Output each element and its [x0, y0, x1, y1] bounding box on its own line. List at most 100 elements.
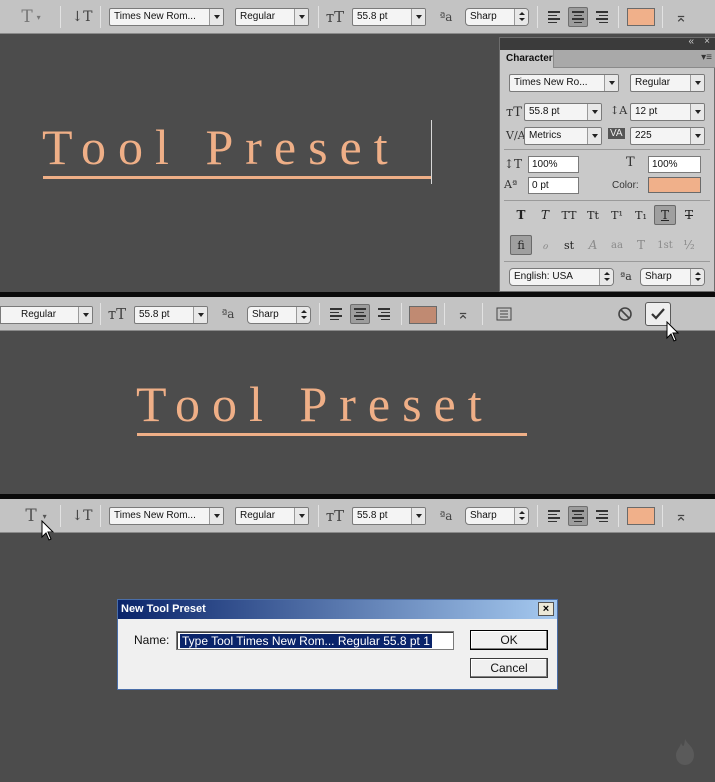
font-style-dropdown[interactable]: Regular [0, 306, 93, 324]
toggle-text-orientation-icon[interactable]: ↓T [70, 505, 94, 527]
cp-font-size-dropdown[interactable]: 55.8 pt [524, 103, 602, 121]
align-right-icon[interactable] [592, 7, 612, 27]
warp-text-icon[interactable]: ⌅ [670, 505, 692, 527]
divider [662, 6, 663, 28]
font-style-dropdown[interactable]: Regular [235, 8, 309, 26]
strikethrough-button[interactable]: T [678, 205, 700, 225]
font-family-dropdown[interactable]: Times New Rom... [109, 8, 224, 26]
text-color-swatch[interactable] [409, 306, 437, 324]
canvas-text: Tool Preset [136, 376, 494, 432]
font-size-value: 55.8 pt [357, 11, 388, 22]
text-color-swatch[interactable] [627, 8, 655, 26]
cp-font-style-dropdown[interactable]: Regular [630, 74, 705, 92]
font-style-dropdown[interactable]: Regular [235, 507, 309, 525]
align-left-icon[interactable] [544, 506, 564, 526]
language-dropdown[interactable]: English: USA [509, 268, 614, 286]
align-center-icon[interactable] [568, 506, 588, 526]
superscript-button[interactable]: T¹ [606, 205, 628, 225]
chevron-down-icon [209, 9, 223, 25]
type-tool-icon[interactable]: T ▾ [18, 6, 44, 28]
antialias-dropdown[interactable]: Sharp [465, 8, 529, 26]
stylistic-alternates-button[interactable]: aa [606, 235, 628, 255]
panel-tab-row: Character ▾≡ [500, 50, 715, 68]
language-value: English: USA [514, 271, 573, 282]
subscript-button[interactable]: T₁ [630, 205, 652, 225]
dialog-titlebar: New Tool Preset × [118, 600, 557, 619]
align-center-icon[interactable] [568, 7, 588, 27]
cp-kerning-dropdown[interactable]: Metrics [524, 127, 602, 145]
cp-font-family-value: Times New Ro... [514, 77, 588, 88]
ok-button[interactable]: OK [470, 630, 548, 650]
antialias-dropdown[interactable]: Sharp [465, 507, 529, 525]
font-size-dropdown[interactable]: 55.8 pt [352, 8, 426, 26]
panel-header: « × [500, 36, 715, 50]
discretionary-ligatures-button[interactable]: st [558, 235, 580, 255]
divider [100, 505, 101, 527]
cp-antialias-dropdown[interactable]: Sharp [640, 268, 705, 286]
all-caps-button[interactable]: TT [558, 205, 580, 225]
chevron-down-icon [78, 307, 92, 323]
divider [318, 505, 319, 527]
align-center-icon[interactable] [350, 304, 370, 324]
warp-text-icon[interactable]: ⌅ [670, 6, 692, 28]
cp-tracking-dropdown[interactable]: 225 [630, 127, 705, 145]
tracking-icon: VA [608, 128, 625, 139]
panels-toggle-icon[interactable] [493, 304, 515, 324]
cancel-edits-icon[interactable] [614, 303, 636, 325]
font-size-dropdown[interactable]: 55.8 pt [134, 306, 208, 324]
font-size-icon: ᴛT [506, 105, 522, 120]
cp-color-swatch[interactable] [648, 177, 701, 193]
text-color-swatch[interactable] [627, 507, 655, 525]
cp-baseline-shift-input[interactable]: 0 pt [528, 177, 579, 194]
font-size-value: 55.8 pt [139, 309, 170, 320]
close-icon[interactable]: × [704, 36, 710, 47]
align-left-icon[interactable] [544, 7, 564, 27]
section-divider [504, 200, 710, 201]
chevron-down-icon [587, 104, 601, 120]
underline-button[interactable]: T [654, 205, 676, 225]
text-caret [431, 120, 432, 184]
contextual-alternates-button[interactable]: ℴ [534, 235, 556, 255]
toggle-text-orientation-icon[interactable]: ↓T [70, 6, 94, 28]
swash-button[interactable]: A [582, 235, 604, 255]
antialias-icon: ªa [221, 307, 235, 321]
standard-ligatures-button[interactable]: fi [510, 235, 532, 255]
cancel-button[interactable]: Cancel [470, 658, 548, 678]
antialias-dropdown[interactable]: Sharp [247, 306, 311, 324]
updown-arrows-icon [514, 9, 528, 25]
align-left-icon[interactable] [326, 304, 346, 324]
align-right-icon[interactable] [374, 304, 394, 324]
tab-character[interactable]: Character [500, 50, 554, 68]
font-style-value: Regular [21, 309, 57, 320]
checkmark-icon [651, 308, 665, 320]
chevron-down-icon [411, 9, 425, 25]
divider [100, 6, 101, 28]
cp-font-family-dropdown[interactable]: Times New Ro... [509, 74, 619, 92]
panel-menu-icon[interactable]: ▾≡ [701, 52, 712, 63]
align-right-icon[interactable] [592, 506, 612, 526]
font-family-dropdown[interactable]: Times New Rom... [109, 507, 224, 525]
horizontal-scale-icon: T [626, 155, 635, 170]
mouse-cursor-icon [41, 520, 55, 541]
small-caps-button[interactable]: Tt [582, 205, 604, 225]
cp-antialias-value: Sharp [645, 271, 672, 282]
cp-leading-dropdown[interactable]: 12 pt [630, 103, 705, 121]
name-input[interactable]: Type Tool Times New Rom... Regular 55.8 … [176, 631, 454, 650]
warp-text-icon[interactable]: ⌅ [452, 303, 474, 325]
updown-arrows-icon [690, 269, 704, 285]
ordinals-button[interactable]: 1st [654, 235, 676, 255]
antialias-icon: ªa [439, 10, 453, 24]
fractions-button[interactable]: ½ [678, 235, 700, 255]
mouse-cursor-icon [666, 321, 680, 342]
cp-vertical-scale-input[interactable]: 100% [528, 156, 579, 173]
font-style-value: Regular [240, 510, 276, 521]
cp-horizontal-scale-input[interactable]: 100% [648, 156, 701, 173]
new-tool-preset-dialog: New Tool Preset × Name: Type Tool Times … [117, 599, 558, 690]
faux-italic-button[interactable]: T [534, 205, 556, 225]
antialias-value: Sharp [470, 11, 497, 22]
close-button[interactable]: × [538, 602, 554, 616]
titling-alternates-button[interactable]: T [630, 235, 652, 255]
font-size-dropdown[interactable]: 55.8 pt [352, 507, 426, 525]
faux-bold-button[interactable]: T [510, 205, 532, 225]
collapse-icon[interactable]: « [688, 36, 694, 47]
